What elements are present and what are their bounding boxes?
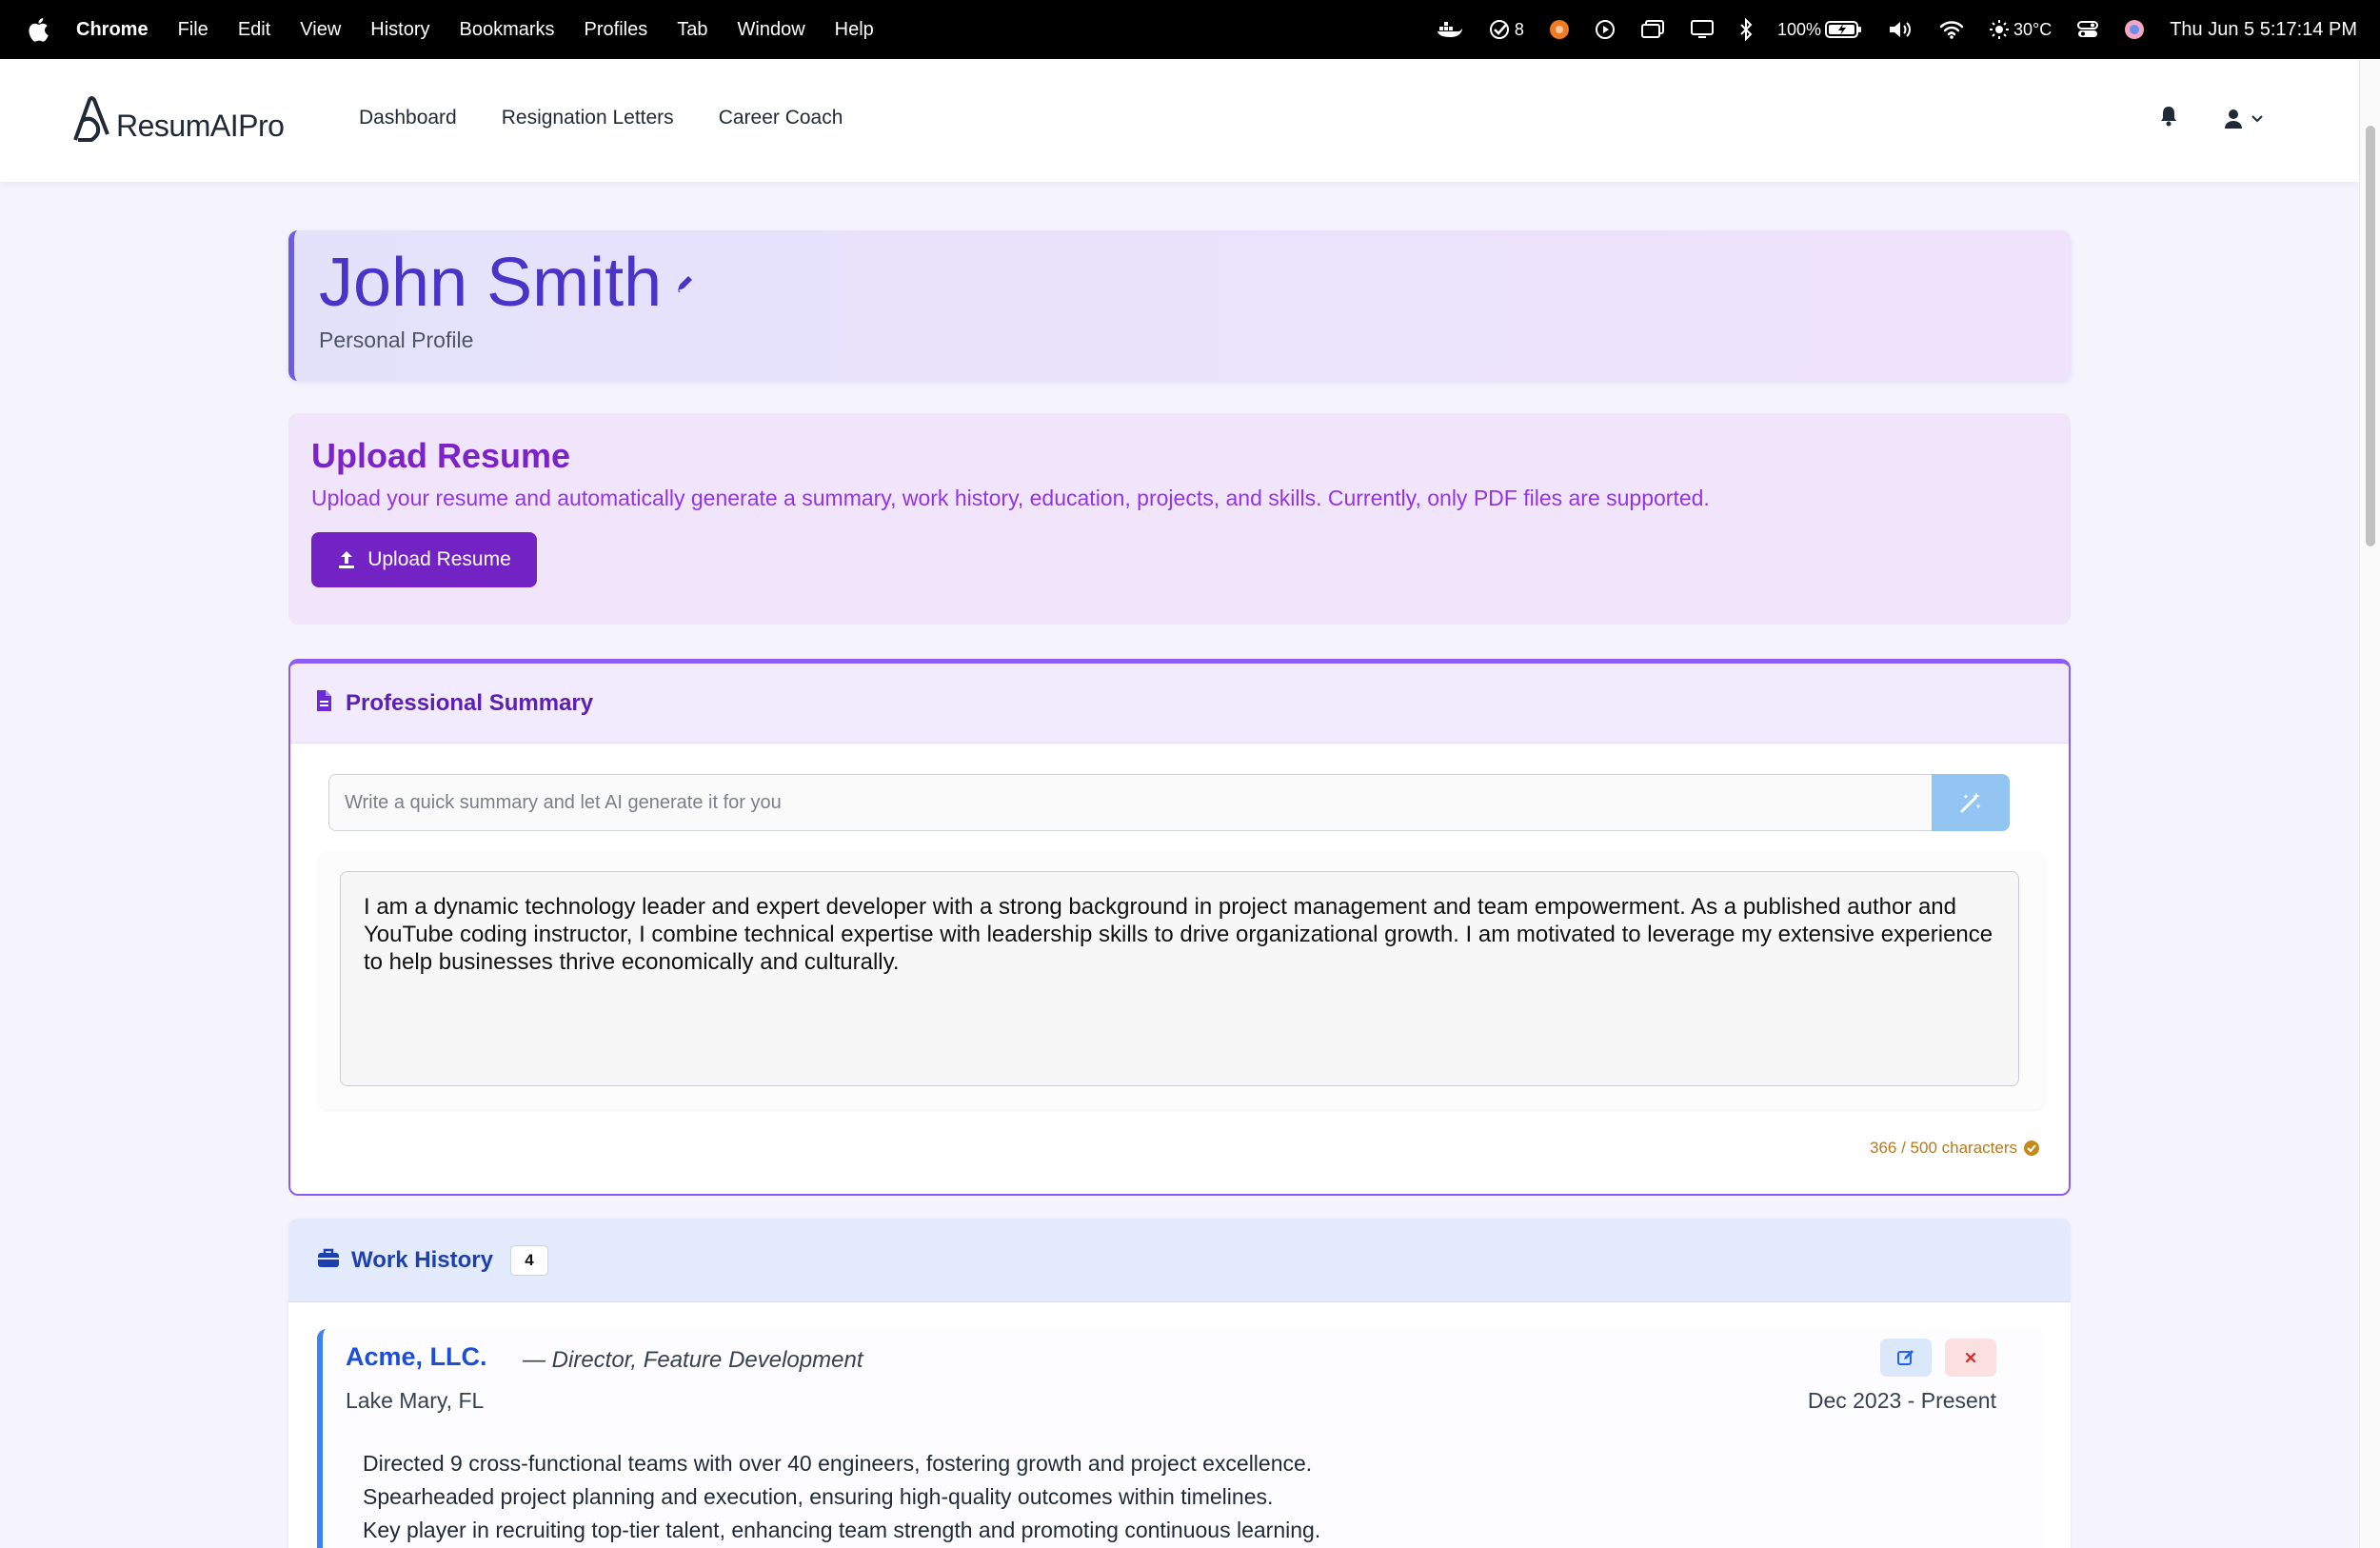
main-nav: Dashboard Resignation Letters Career Coa… <box>359 107 843 129</box>
job-role: — Director, Feature Development <box>523 1347 863 1373</box>
menu-file[interactable]: File <box>178 19 208 41</box>
tasks-check-icon[interactable]: 8 <box>1488 18 1524 41</box>
summary-header: Professional Summary <box>290 664 2069 744</box>
edit-job-button[interactable] <box>1880 1339 1932 1377</box>
upload-button-label: Upload Resume <box>367 548 511 570</box>
work-history-card: Work History 4 Acme, LLC. — Director, Fe… <box>288 1219 2071 1548</box>
job-location: Lake Mary, FL <box>346 1388 485 1413</box>
menu-bookmarks[interactable]: Bookmarks <box>460 19 555 41</box>
upload-resume-button[interactable]: Upload Resume <box>311 532 537 587</box>
battery-icon <box>1824 21 1861 38</box>
upload-description: Upload your resume and automatically gen… <box>311 486 1710 510</box>
job-bullet: Key player in recruiting top-tier talent… <box>363 1518 1321 1542</box>
menu-view[interactable]: View <box>300 19 341 41</box>
nav-career-coach[interactable]: Career Coach <box>719 107 843 129</box>
weather-status[interactable]: 30°C <box>1989 19 2052 40</box>
user-menu[interactable] <box>2224 109 2264 129</box>
menubar-datetime[interactable]: Thu Jun 5 5:17:14 PM <box>2170 19 2357 41</box>
check-circle-icon <box>2024 1141 2039 1156</box>
battery-percent: 100% <box>1776 19 1821 39</box>
ai-summary-row <box>328 774 2010 831</box>
battery-status[interactable]: 100% <box>1777 20 1863 40</box>
professional-summary-card: Professional Summary I am a dynamic tech… <box>288 659 2071 1196</box>
job-dates: Dec 2023 - Present <box>1807 1388 1996 1413</box>
edit-icon <box>1897 1350 1914 1365</box>
summary-textarea[interactable]: I am a dynamic technology leader and exp… <box>340 871 2019 1086</box>
magic-wand-icon <box>1960 792 1981 813</box>
volume-icon[interactable] <box>1888 19 1914 40</box>
sun-icon <box>1989 20 2009 39</box>
job-bullets: Directed 9 cross-functional teams with o… <box>363 1447 1320 1547</box>
work-count-badge: 4 <box>509 1244 548 1276</box>
briefcase-icon <box>317 1247 340 1273</box>
user-icon <box>2225 109 2242 129</box>
logo-icon <box>73 95 109 142</box>
main-content: John Smith Personal Profile Upload Resum… <box>288 230 2071 1548</box>
menu-window[interactable]: Window <box>738 19 805 41</box>
wifi-icon[interactable] <box>1939 20 1964 39</box>
chevron-down-icon <box>2251 114 2263 122</box>
docker-icon[interactable] <box>1437 20 1463 39</box>
profile-card: John Smith Personal Profile <box>288 230 2071 381</box>
notification-bell-icon[interactable] <box>2159 105 2178 132</box>
edit-name-pencil-icon[interactable] <box>675 274 696 300</box>
logo-text: ResumAIPro <box>116 109 285 143</box>
tasks-count: 8 <box>1514 19 1524 39</box>
summary-title: Professional Summary <box>346 689 594 716</box>
page-scrollbar[interactable] <box>2359 59 2380 1548</box>
apple-icon[interactable] <box>0 17 76 42</box>
job-actions <box>1880 1339 1996 1377</box>
weather-temp: 30°C <box>2013 19 2053 39</box>
close-icon <box>1965 1352 1976 1363</box>
char-count-text: 366 / 500 characters <box>1870 1139 2017 1157</box>
menu-edit[interactable]: Edit <box>238 19 270 41</box>
window-stack-icon[interactable] <box>1640 19 1665 40</box>
delete-job-button[interactable] <box>1945 1339 1996 1377</box>
user-avatar-icon[interactable] <box>2124 19 2145 40</box>
character-counter: 366 / 500 characters <box>1870 1139 2040 1158</box>
profile-subtitle: Personal Profile <box>319 327 474 352</box>
menu-profiles[interactable]: Profiles <box>585 19 648 41</box>
job-item: Acme, LLC. — Director, Feature Developme… <box>317 1329 2042 1548</box>
upload-resume-card: Upload Resume Upload your resume and aut… <box>288 413 2071 625</box>
ai-generate-button[interactable] <box>1932 774 2010 831</box>
menu-app-name[interactable]: Chrome <box>76 19 149 41</box>
menu-help[interactable]: Help <box>835 19 874 41</box>
orange-app-icon[interactable] <box>1549 19 1570 40</box>
nav-resignation-letters[interactable]: Resignation Letters <box>502 107 674 129</box>
menu-history[interactable]: History <box>370 19 429 41</box>
profile-name: John Smith <box>319 245 663 321</box>
macos-menu-bar: Chrome File Edit View History Bookmarks … <box>0 0 2380 59</box>
summary-textarea-wrapper: I am a dynamic technology leader and exp… <box>319 852 2044 1109</box>
job-bullet: Spearheaded project planning and executi… <box>363 1484 1274 1509</box>
work-history-header: Work History 4 <box>288 1219 2071 1302</box>
menu-tab[interactable]: Tab <box>677 19 707 41</box>
ai-summary-input[interactable] <box>328 774 1932 831</box>
job-company: Acme, LLC. <box>346 1342 487 1371</box>
job-bullet: Directed 9 cross-functional teams with o… <box>363 1451 1313 1476</box>
control-center-icon[interactable] <box>2076 19 2099 40</box>
display-icon[interactable] <box>1690 19 1715 40</box>
logo[interactable]: ResumAIPro <box>70 95 285 144</box>
work-history-title: Work History <box>351 1246 493 1273</box>
bluetooth-icon[interactable] <box>1739 18 1753 41</box>
nav-dashboard[interactable]: Dashboard <box>359 107 457 129</box>
app-header: ResumAIPro Dashboard Resignation Letters… <box>0 59 2359 182</box>
document-icon <box>315 689 332 717</box>
play-circle-icon[interactable] <box>1595 19 1616 40</box>
scrollbar-thumb[interactable] <box>2366 126 2375 546</box>
upload-icon <box>339 551 355 568</box>
upload-title: Upload Resume <box>311 436 571 475</box>
